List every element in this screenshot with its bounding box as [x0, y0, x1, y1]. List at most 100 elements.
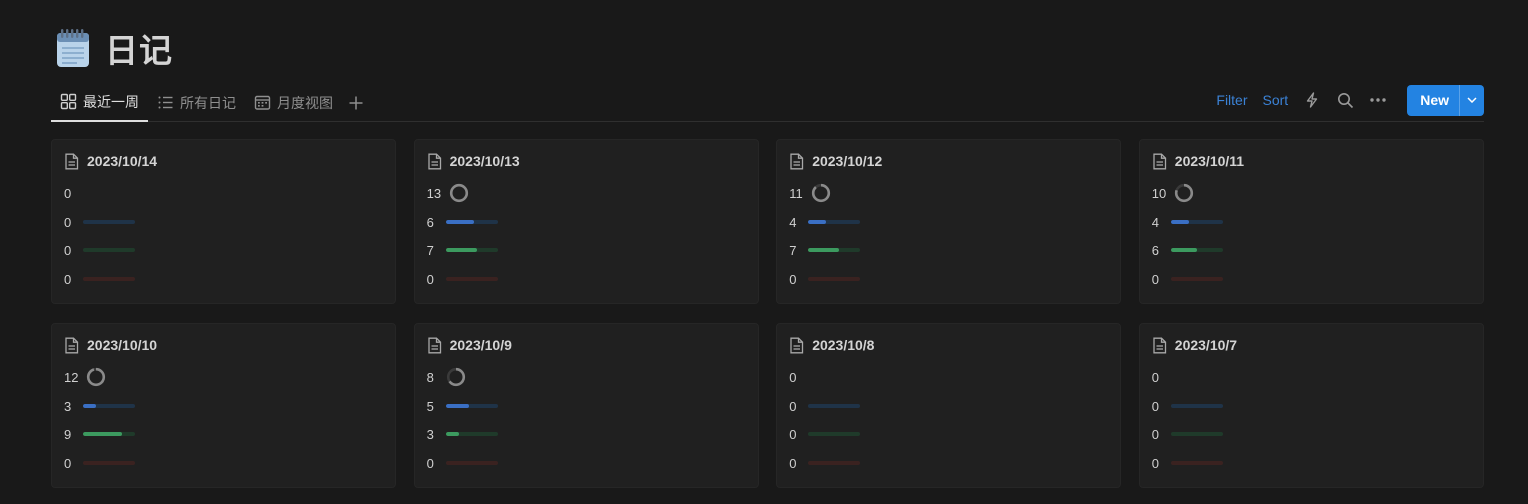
red-count-value: 0 [1151, 271, 1160, 287]
blue-progress-bar [1170, 404, 1223, 408]
green-count-value: 7 [426, 242, 434, 258]
progress-ring [1175, 183, 1194, 203]
card-title-row: 2023/10/9 [427, 336, 746, 354]
green-progress-bar [445, 248, 498, 252]
blue-count-value: 4 [1151, 214, 1160, 230]
card-date: 2023/10/12 [812, 153, 883, 169]
green-progress-fill [1170, 248, 1197, 252]
diary-card[interactable]: 2023/10/9 8 5 3 0 [413, 323, 759, 488]
blue-count-property: 3 [64, 397, 135, 415]
view-actions: Filter Sort New [1216, 84, 1484, 116]
new-dropdown-button[interactable] [1459, 84, 1484, 116]
red-progress-bar [445, 277, 498, 281]
notepad-icon [57, 29, 89, 67]
gallery-icon [60, 93, 77, 110]
green-progress-bar [445, 432, 498, 436]
sort-button[interactable]: Sort [1263, 92, 1289, 108]
blue-progress-bar [1170, 220, 1223, 224]
blue-count-property: 0 [64, 213, 135, 231]
red-count-value: 0 [426, 271, 434, 287]
blue-progress-bar [83, 404, 135, 408]
blue-count-property: 0 [1152, 397, 1223, 415]
card-title-row: 2023/10/7 [1152, 336, 1471, 354]
total-count-value: 0 [64, 185, 72, 201]
total-count-property: 12 [64, 367, 106, 387]
view-tabbar: 最近一周 所有日记 月度视图 Filter Sort New [51, 83, 1484, 122]
page-icon [427, 337, 441, 353]
green-progress-bar [1170, 432, 1223, 436]
tab-recent-week[interactable]: 最近一周 [51, 83, 148, 122]
tab-label: 月度视图 [277, 95, 333, 112]
diary-card[interactable]: 2023/10/13 13 6 7 0 [413, 139, 759, 304]
new-button[interactable]: New [1407, 85, 1459, 116]
diary-card[interactable]: 2023/10/12 11 4 7 0 [776, 139, 1122, 304]
blue-count-value: 5 [426, 398, 434, 414]
diary-card[interactable]: 2023/10/11 10 4 6 0 [1138, 139, 1484, 304]
automation-button[interactable] [1303, 91, 1321, 109]
green-progress-bar [83, 248, 135, 252]
blue-progress-fill [445, 404, 469, 408]
progress-ring-fill [449, 183, 469, 203]
red-count-property: 0 [789, 270, 861, 288]
gallery-cards: 2023/10/14 0 0 0 0 2023/10/13 13 6 7 0 2… [51, 139, 1484, 488]
diary-card[interactable]: 2023/10/14 0 0 0 0 [51, 139, 396, 304]
green-count-value: 3 [426, 426, 434, 442]
blue-progress-bar [808, 404, 861, 408]
total-count-property: 11 [789, 183, 831, 203]
red-count-value: 0 [789, 455, 797, 471]
card-date: 2023/10/13 [449, 153, 520, 169]
diary-card[interactable]: 2023/10/8 0 0 0 0 [776, 323, 1122, 488]
total-count-property: 0 [64, 184, 75, 202]
lightning-icon [1307, 92, 1318, 108]
red-progress-bar [83, 277, 135, 281]
new-button-group: New [1407, 84, 1484, 116]
card-date: 2023/10/11 [1174, 153, 1245, 169]
blue-progress-bar [83, 220, 135, 224]
search-icon [1337, 92, 1353, 108]
red-count-property: 0 [427, 454, 498, 472]
card-date: 2023/10/10 [87, 337, 158, 353]
red-progress-bar [445, 461, 498, 465]
card-title-row: 2023/10/13 [427, 152, 746, 170]
green-count-value: 0 [64, 242, 72, 258]
filter-button[interactable]: Filter [1216, 92, 1247, 108]
green-progress-bar [808, 432, 861, 436]
card-title-row: 2023/10/10 [64, 336, 383, 354]
page-title: 日记 [105, 31, 173, 70]
green-progress-fill [808, 248, 840, 252]
blue-count-property: 4 [789, 213, 861, 231]
progress-ring [449, 183, 469, 203]
blue-count-value: 3 [64, 398, 72, 414]
total-count-value: 8 [426, 369, 434, 385]
green-count-property: 9 [64, 425, 135, 443]
red-count-value: 0 [789, 271, 797, 287]
more-options-button[interactable] [1369, 91, 1387, 109]
red-count-value: 0 [1151, 455, 1160, 471]
total-count-property: 8 [426, 367, 466, 387]
total-count-value: 0 [789, 369, 797, 385]
green-progress-fill [445, 432, 459, 436]
red-progress-bar [1170, 277, 1223, 281]
red-progress-bar [808, 277, 861, 281]
card-title-row: 2023/10/11 [1152, 152, 1471, 170]
blue-count-property: 5 [427, 397, 498, 415]
green-count-property: 7 [427, 241, 498, 259]
total-count-value: 10 [1151, 185, 1167, 201]
total-count-property: 0 [1152, 368, 1163, 386]
plus-icon [349, 96, 363, 109]
diary-card[interactable]: 2023/10/10 12 3 9 0 [51, 323, 396, 488]
more-icon [1370, 98, 1386, 102]
add-view-button[interactable] [342, 83, 370, 122]
tab-monthly-view[interactable]: 月度视图 [245, 83, 342, 122]
red-count-value: 0 [64, 271, 72, 287]
search-button[interactable] [1336, 91, 1354, 109]
blue-count-property: 6 [427, 213, 498, 231]
page-icon [427, 153, 441, 169]
red-count-property: 0 [1152, 270, 1223, 288]
page-header: 日记 [55, 24, 173, 72]
card-title-row: 2023/10/12 [789, 152, 1108, 170]
diary-card[interactable]: 2023/10/7 0 0 0 0 [1138, 323, 1484, 488]
red-count-property: 0 [427, 270, 498, 288]
tab-all-diaries[interactable]: 所有日记 [148, 83, 245, 122]
total-count-property: 13 [427, 183, 469, 203]
